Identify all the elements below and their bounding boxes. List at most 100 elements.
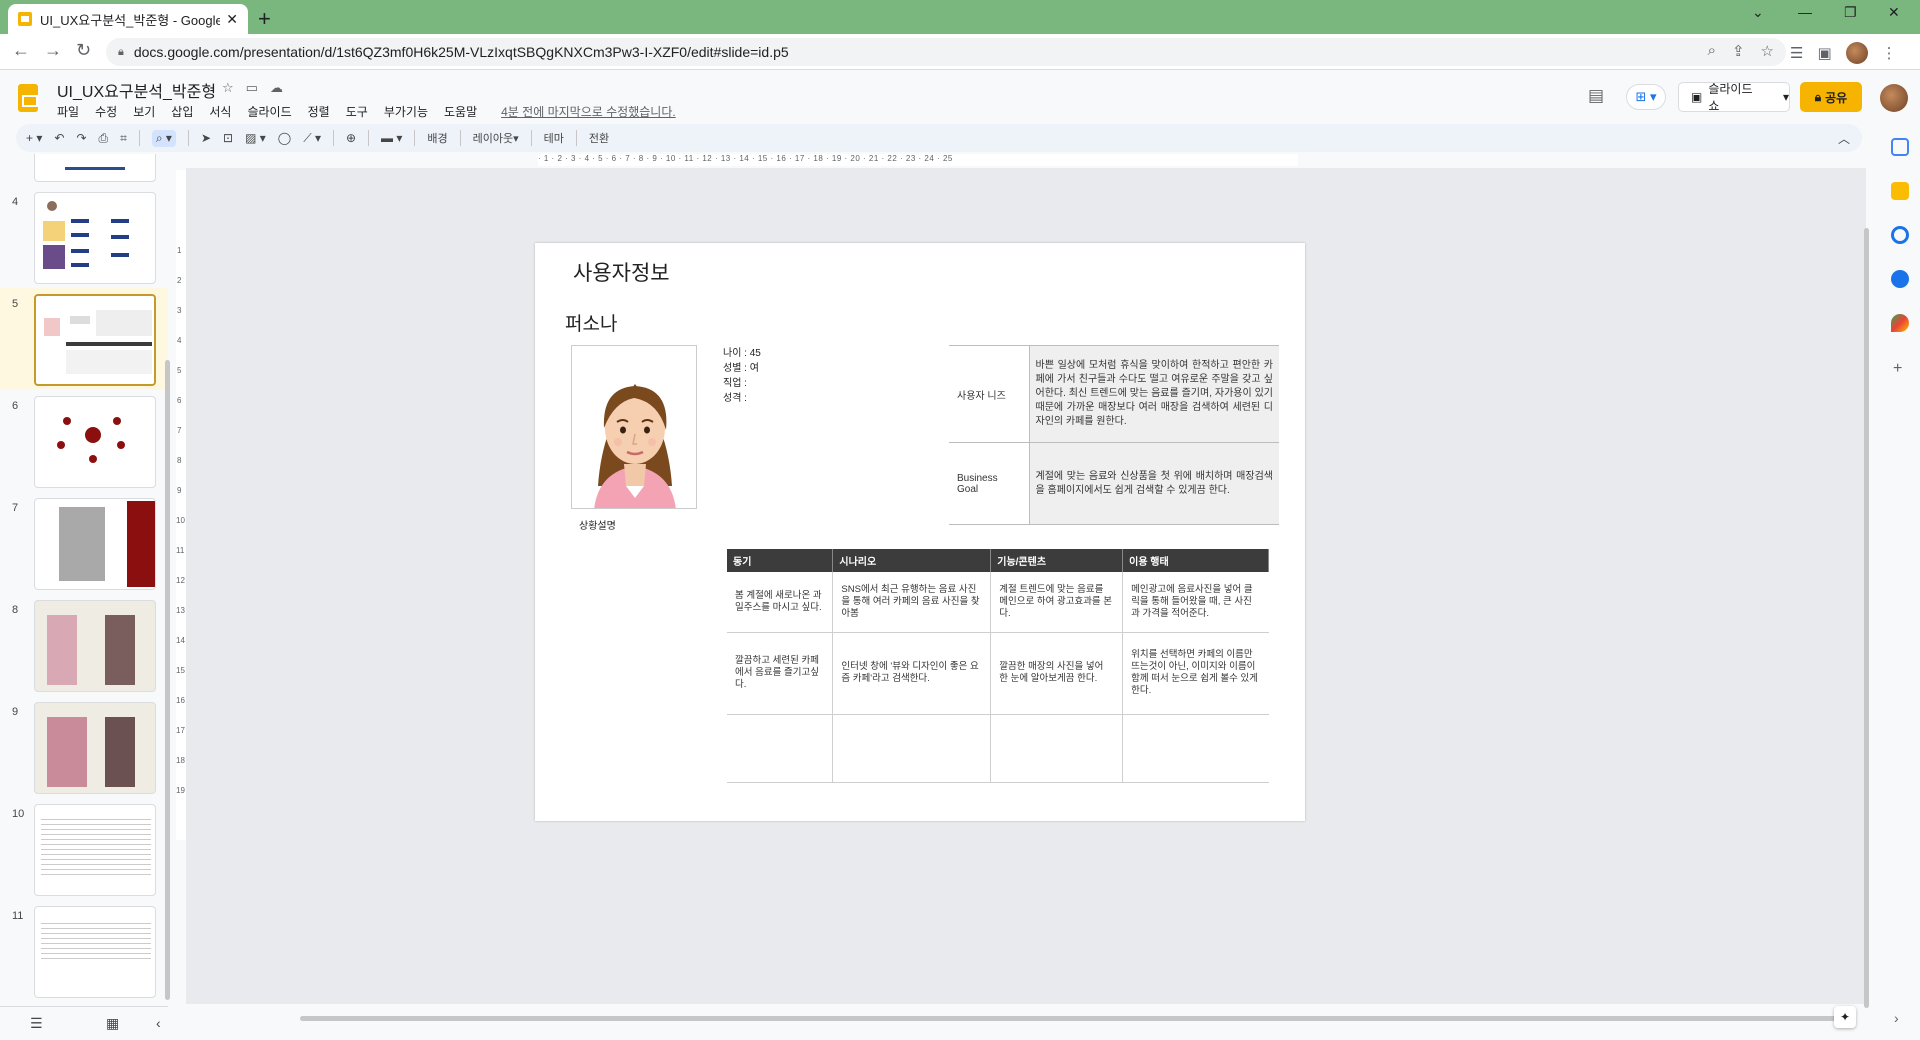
reload-icon[interactable]: ↻ [76,40,91,61]
menu-tools[interactable]: 도구 [346,103,368,120]
horizontal-ruler[interactable]: · 1 · 2 · 3 · 4 · 5 · 6 · 7 · 8 · 9 · 10… [178,154,1868,166]
situation-label[interactable]: 상황설명 [579,517,616,532]
tasks-icon[interactable] [1891,226,1909,244]
forward-icon[interactable]: → [44,40,62,61]
restore-icon[interactable]: ❐ [1844,4,1857,21]
grid-view-icon[interactable]: ▦ [106,1015,119,1032]
tab-close-icon[interactable]: ✕ [226,11,238,28]
filmstrip-item[interactable]: 9 [0,696,168,798]
needs-value-cell[interactable]: 바쁜 일상에 모처럼 휴식을 맞이하여 한적하고 편안한 카페에 가서 친구들과… [1029,345,1279,443]
persona-scenario-table[interactable]: 동기 시나리오 기능/콘텐츠 이용 행태 봄 계절에 새로나온 과일주스를 마시… [727,549,1269,783]
filmstrip-item[interactable]: 6 [0,390,168,492]
minimize-icon[interactable]: — [1798,4,1812,20]
collapse-filmstrip-icon[interactable]: ‹ [156,1015,161,1031]
calendar-icon[interactable] [1891,138,1909,156]
menu-insert[interactable]: 삽입 [171,103,193,120]
close-window-icon[interactable]: ✕ [1888,4,1900,21]
needs-table[interactable]: 사용자 니즈 바쁜 일상에 모처럼 휴식을 맞이하여 한적하고 편안한 카페에 … [949,345,1279,525]
table-cell[interactable]: 메인광고에 음료사진을 넣어 클릭을 통해 들어왔을 때, 큰 사진과 가격을 … [1122,572,1269,633]
side-panel-icon[interactable]: ▣ [1817,44,1831,62]
slideshow-dropdown-icon[interactable]: ▾ [1783,90,1789,104]
slide-thumbnail[interactable] [34,804,156,896]
filmstrip-view-icon[interactable]: ☰ [30,1015,43,1032]
share-page-icon[interactable]: ⇪ [1732,42,1745,60]
filmstrip-item-selected[interactable]: 5 [0,288,168,390]
slide-page[interactable]: 사용자정보 퍼소나 상황설명 나이 : 45 성별 : 여 직업 : 성격 : … [535,243,1305,821]
filmstrip-scrollbar[interactable] [165,360,170,1000]
shape-icon[interactable]: ◯ [278,131,291,145]
horizontal-scrollbar[interactable] [300,1016,1840,1021]
new-tab-button[interactable]: + [258,6,271,32]
vertical-scrollbar[interactable] [1864,228,1869,1008]
keep-icon[interactable] [1891,182,1909,200]
menu-addons[interactable]: 부가기능 [384,103,428,120]
menu-slide[interactable]: 슬라이드 [247,103,291,120]
slide-title[interactable]: 사용자정보 [573,257,670,287]
text-box-icon[interactable]: ⊡ [223,131,233,145]
bookmark-star-icon[interactable]: ☆ [1761,42,1774,60]
menu-edit[interactable]: 수정 [95,103,117,120]
layout-button[interactable]: 레이아웃▾ [473,130,519,146]
zoom-icon[interactable]: ⌕ [1708,42,1716,60]
filmstrip-item[interactable]: 4 [0,186,168,288]
cloud-status-icon[interactable]: ☁ [270,80,283,96]
slide-thumbnail[interactable] [34,294,156,386]
table-cell[interactable]: SNS에서 최근 유행하는 음료 사진을 통해 여러 카페의 음료 사진을 찾아… [832,572,992,633]
explore-icon[interactable]: ✦ [1834,1006,1856,1028]
table-cell[interactable]: 깔끔한 매장의 사진을 넣어 한 눈에 알아보게끔 한다. [990,632,1124,715]
table-cell[interactable] [832,714,992,783]
address-bar[interactable]: 🔒︎ docs.google.com/presentation/d/1st6QZ… [106,38,1786,66]
undo-icon[interactable]: ↶ [54,131,64,145]
slide-thumbnail[interactable] [34,396,156,488]
menu-format[interactable]: 서식 [209,103,231,120]
slide-thumbnail[interactable] [34,154,156,182]
contacts-icon[interactable] [1891,270,1909,288]
meet-present-button[interactable]: ⊞ ▾ [1626,84,1666,110]
persona-label[interactable]: 퍼소나 [565,309,617,336]
table-cell[interactable]: 위치를 선택하면 카페의 이름만 뜨는것이 아닌, 이미지와 이름이 함께 떠서… [1122,632,1269,715]
menu-file[interactable]: 파일 [57,103,79,120]
table-cell[interactable]: 인터넷 창에 '뷰와 디자인이 좋은 요즘 카페'라고 검색한다. [832,632,992,715]
get-addons-icon[interactable]: + [1893,360,1902,378]
vertical-ruler[interactable]: 1 2 3 4 5 6 7 8 9 10 11 12 13 14 15 16 1… [176,170,186,840]
slide-thumbnail[interactable] [34,600,156,692]
filmstrip-item[interactable]: 10 [0,798,168,900]
needs-value-cell[interactable]: 계절에 맞는 음료와 신상품을 첫 위에 배치하며 매장검색을 홈페이지에서도 … [1029,442,1279,525]
browser-menu-icon[interactable]: ⋮ [1882,44,1897,62]
last-edit-link[interactable]: 4분 전에 마지막으로 수정했습니다. [501,103,676,120]
select-tool-icon[interactable]: ➤ [201,131,211,145]
transition-button[interactable]: 전환 [589,130,609,146]
filmstrip-item[interactable] [0,154,168,186]
star-icon[interactable]: ☆ [222,80,234,96]
slide-thumbnail[interactable] [34,906,156,998]
table-cell[interactable]: 봄 계절에 새로나온 과일주스를 마시고 싶다. [727,572,834,633]
fill-color-icon[interactable]: ▬ ▾ [381,131,402,145]
filmstrip-item[interactable]: 8 [0,594,168,696]
table-cell[interactable]: 깔끔하고 세련된 카페에서 음료를 즐기고싶다. [727,632,834,715]
table-cell[interactable] [727,714,834,783]
comment-add-icon[interactable]: ⊕ [346,131,356,145]
filmstrip-item[interactable]: 7 [0,492,168,594]
line-icon[interactable]: ⟋ ▾ [303,131,321,146]
document-title[interactable]: UI_UX요구분석_박준형 [57,78,216,102]
persona-portrait[interactable] [571,345,697,509]
needs-key-cell[interactable]: 사용자 니즈 [949,345,1030,443]
paint-format-icon[interactable]: ⌗ [120,131,127,146]
menu-view[interactable]: 보기 [133,103,155,120]
table-cell[interactable]: 계절 트렌드에 맞는 음료를 메인으로 하여 광고효과를 본다. [990,572,1124,633]
collapse-menus-icon[interactable]: ︿ [1838,130,1850,147]
table-cell[interactable] [990,714,1124,783]
slideshow-button[interactable]: ▣ 슬라이드쇼 ▾ [1678,82,1790,113]
maps-icon[interactable] [1891,314,1909,332]
redo-icon[interactable]: ↷ [76,131,86,145]
lock-icon[interactable]: 🔒︎ [118,46,124,59]
print-icon[interactable]: ⎙ [99,131,109,146]
filmstrip-item[interactable]: 11 [0,900,168,1002]
column-header[interactable]: 동기 [727,549,834,572]
slides-logo-icon[interactable] [18,84,38,112]
column-header[interactable]: 시나리오 [832,549,992,572]
theme-button[interactable]: 테마 [544,130,564,146]
account-avatar[interactable] [1880,84,1908,112]
new-slide-icon[interactable]: + ▾ [26,131,42,145]
comment-history-icon[interactable]: ▤ [1588,86,1604,106]
